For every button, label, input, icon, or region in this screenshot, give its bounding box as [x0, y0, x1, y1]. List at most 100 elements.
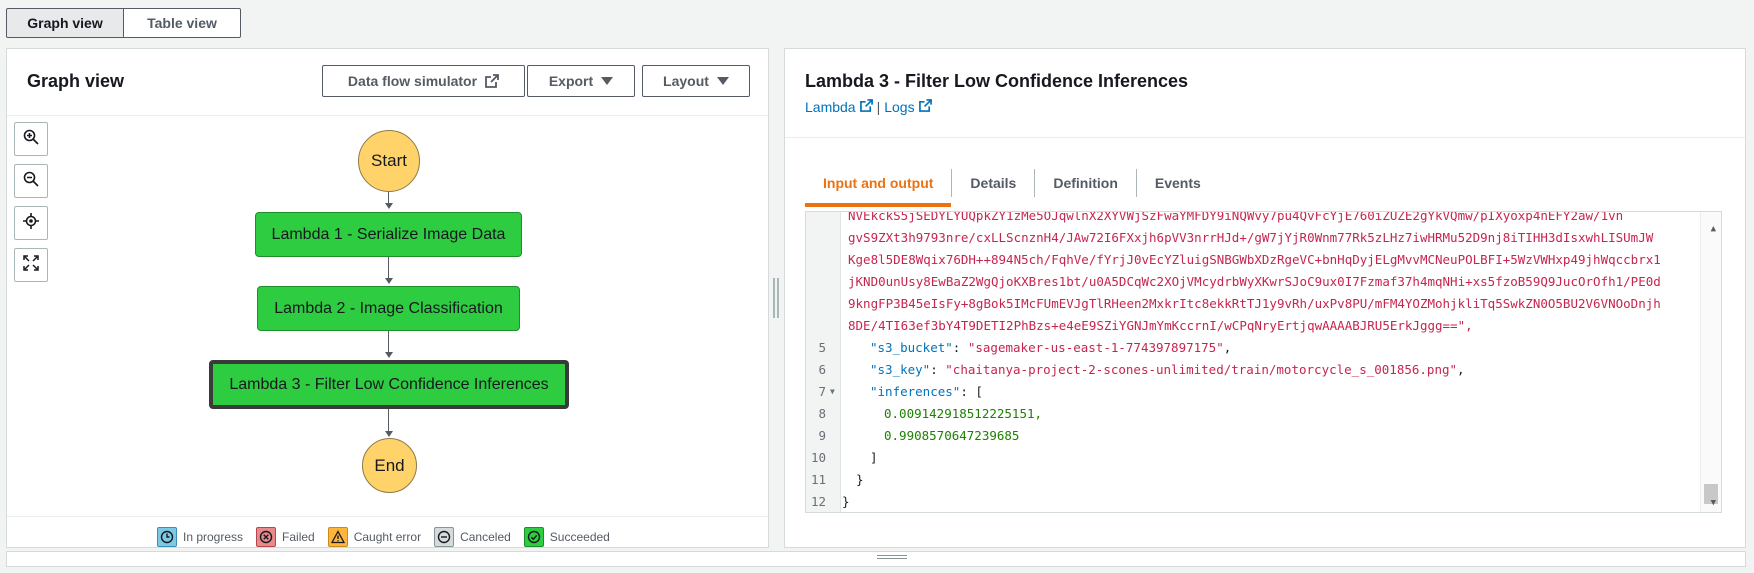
code-text: 0.9908570647239685 — [884, 425, 1019, 447]
layout-label: Layout — [663, 73, 709, 89]
code-text: Kge8l5DE8Wqix76DH++894N5ch/FqhVe/fYrjJ0v… — [848, 249, 1661, 271]
start-node[interactable]: Start — [358, 130, 420, 192]
code-text: "s3_bucket": "sagemaker-us-east-1-774397… — [870, 337, 1231, 359]
line-number: 9 — [818, 428, 826, 443]
json-punct: } — [856, 472, 864, 487]
json-punct: ] — [870, 450, 878, 465]
json-key: "inferences" — [870, 384, 961, 399]
lambda1-node[interactable]: Lambda 1 - Serialize Image Data — [255, 212, 522, 257]
zoom-in-button[interactable] — [14, 122, 48, 156]
tab-table-view[interactable]: Table view — [124, 8, 241, 38]
external-link-icon — [485, 74, 499, 88]
code-line: 10] — [806, 447, 1699, 469]
json-string: 9kngFP3B45eIsFy+8gBok5IMcFUmEVJgTlRHeen2… — [848, 296, 1661, 311]
json-punct: , — [1223, 340, 1232, 355]
arrow-head — [385, 278, 393, 284]
details-header-divider — [785, 137, 1745, 138]
edge-lambda2-to-lambda3 — [388, 331, 389, 352]
line-number: 7 — [818, 384, 826, 399]
code-text: "inferences": [ — [870, 381, 983, 403]
details-tabs: Input and output Details Definition Even… — [805, 163, 1219, 207]
line-number: 12 — [810, 494, 826, 509]
json-code-viewer[interactable]: NVEkckS5jSEDYLYUQpkZY1zMe5OJqwlnX2XYVWjS… — [805, 211, 1722, 513]
legend-label: Canceled — [460, 530, 511, 544]
fold-toggle-icon: ▼ — [830, 387, 835, 396]
fit-to-screen-button[interactable] — [14, 248, 48, 282]
check-icon — [523, 527, 544, 547]
failed-x-icon — [256, 527, 277, 547]
data-flow-simulator-label: Data flow simulator — [347, 73, 478, 89]
code-line: Kge8l5DE8Wqix76DH++894N5ch/FqhVe/fYrjJ0v… — [806, 249, 1699, 271]
code-text: } — [842, 491, 850, 512]
code-text: "s3_key": "chaitanya-project-2-scones-un… — [870, 359, 1465, 381]
line-number: 8 — [818, 406, 826, 421]
json-punct: : [ — [960, 384, 983, 399]
code-text: NVEkckS5jSEDYLYUQpkZY1zMe5OJqwlnX2XYVWjS… — [848, 212, 1623, 227]
scroll-up-icon[interactable]: ▲ — [1711, 218, 1716, 240]
bottom-resize-bar[interactable] — [6, 551, 1746, 567]
logs-link[interactable]: Logs — [884, 99, 932, 115]
json-string: jKND0unUsy8EwBaZ2WgQjoKXBres1bt/u0A5DCqW… — [848, 274, 1661, 289]
json-number: 0.009142918512225151, — [884, 406, 1043, 421]
lambda-link-label: Lambda — [805, 99, 856, 115]
lambda-link[interactable]: Lambda — [805, 99, 873, 115]
json-number: 0.9908570647239685 — [884, 428, 1020, 443]
external-link-icon — [918, 99, 932, 115]
panel-resize-handle[interactable] — [773, 278, 779, 318]
code-line: 12} — [806, 491, 1699, 512]
code-text: gvS9ZXt3h9793nre/cxLLScnznH4/JAw72I6FXxj… — [848, 227, 1653, 249]
legend-label: In progress — [183, 530, 244, 544]
code-text: jKND0unUsy8EwBaZ2WgQjoKXBres1bt/u0A5DCqW… — [848, 271, 1661, 293]
json-string: "sagemaker-us-east-1-774397897175" — [967, 340, 1224, 355]
arrow-head — [385, 352, 393, 358]
line-number: 10 — [810, 450, 826, 465]
caret-down-icon — [716, 77, 729, 85]
json-string: 8DE/4TI63ef3bY4T9DETI2PhBzs+e4eE9SZiYGNJ… — [848, 318, 1473, 333]
tab-events[interactable]: Events — [1135, 169, 1219, 197]
tab-graph-view[interactable]: Graph view — [6, 8, 124, 38]
code-line: 8 0.009142918512225151, — [806, 403, 1699, 425]
line-number: 11 — [810, 472, 826, 487]
layout-button[interactable]: Layout — [642, 65, 750, 97]
zoom-in-icon — [23, 129, 39, 150]
code-text: } — [856, 469, 864, 491]
export-label: Export — [548, 73, 594, 89]
export-button[interactable]: Export — [527, 65, 635, 97]
details-links: Lambda | Logs — [805, 99, 932, 115]
locate-icon — [23, 212, 39, 234]
legend-label: Succeeded — [549, 530, 610, 544]
graph-panel: Graph view Data flow simulator Export La… — [6, 48, 769, 548]
json-key: "s3_bucket" — [870, 340, 953, 355]
arrow-head — [385, 203, 393, 209]
details-panel: Lambda 3 - Filter Low Confidence Inferen… — [784, 48, 1746, 548]
line-number: 5 — [818, 340, 826, 355]
line-number: 6 — [818, 362, 826, 377]
zoom-out-button[interactable] — [14, 164, 48, 198]
caret-down-icon — [601, 77, 614, 85]
data-flow-simulator-button[interactable]: Data flow simulator — [322, 65, 525, 97]
logs-link-label: Logs — [884, 99, 915, 115]
lambda3-node-selected[interactable]: Lambda 3 - Filter Low Confidence Inferen… — [209, 360, 569, 409]
status-legend: In progress Failed Caught error Canceled… — [157, 527, 610, 547]
tab-input-and-output[interactable]: Input and output — [805, 163, 952, 207]
code-line: 8DE/4TI63ef3bY4T9DETI2PhBzs+e4eE9SZiYGNJ… — [806, 315, 1699, 337]
code-line: NVEkckS5jSEDYLYUQpkZY1zMe5OJqwlnX2XYVWjS… — [806, 212, 1699, 227]
legend-succeeded: Succeeded — [523, 527, 610, 547]
center-graph-button[interactable] — [14, 206, 48, 240]
warning-icon — [327, 527, 348, 547]
code-line: 9kngFP3B45eIsFy+8gBok5IMcFUmEVJgTlRHeen2… — [806, 293, 1699, 315]
tab-details[interactable]: Details — [951, 169, 1034, 197]
lambda2-node[interactable]: Lambda 2 - Image Classification — [257, 286, 520, 331]
code-line: 6 "s3_key": "chaitanya-project-2-scones-u… — [806, 359, 1699, 381]
end-node[interactable]: End — [362, 438, 417, 493]
legend-label: Caught error — [353, 530, 422, 544]
link-separator: | — [876, 99, 881, 115]
code-text: 8DE/4TI63ef3bY4T9DETI2PhBzs+e4eE9SZiYGNJ… — [848, 315, 1473, 337]
tab-definition[interactable]: Definition — [1034, 169, 1136, 197]
drag-handle-icon[interactable] — [877, 555, 907, 563]
legend-caught-error: Caught error — [327, 527, 422, 547]
code-scrollbar[interactable]: ▲ ▼ — [1700, 212, 1721, 512]
zoom-out-icon — [23, 171, 39, 192]
scroll-down-icon[interactable]: ▼ — [1711, 492, 1716, 512]
code-text: 9kngFP3B45eIsFy+8gBok5IMcFUmEVJgTlRHeen2… — [848, 293, 1661, 315]
